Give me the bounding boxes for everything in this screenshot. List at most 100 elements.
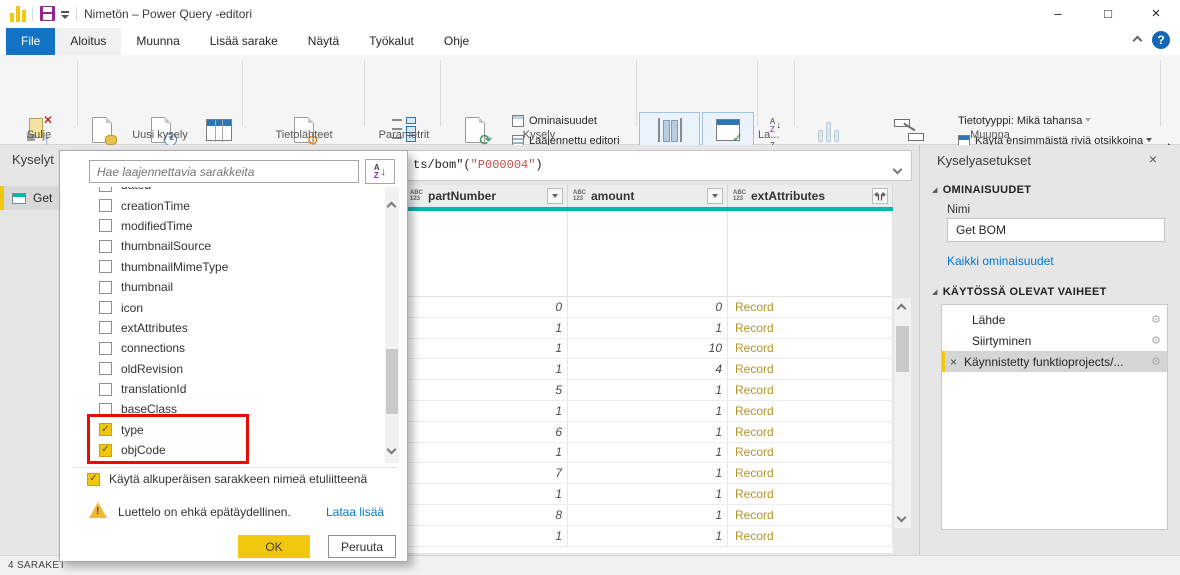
cell-value: 1 — [568, 484, 728, 504]
tab-työkalut[interactable]: Työkalut — [354, 28, 429, 55]
use-original-name-prefix-option[interactable]: ✓ Käytä alkuperäisen sarakkeen nimeä etu… — [87, 472, 367, 486]
tab-näytä[interactable]: Näytä — [293, 28, 354, 55]
data-type-button[interactable]: Tietotyyppi: Mikä tahansa — [958, 115, 1091, 127]
column-option-translationId[interactable]: translationId — [89, 379, 379, 399]
scroll-up-icon[interactable] — [387, 202, 397, 212]
table-row: 11Record — [405, 443, 893, 464]
column-option-icon[interactable]: icon — [89, 297, 379, 317]
expand-column-icon[interactable] — [872, 188, 888, 204]
help-icon[interactable]: ? — [1152, 31, 1170, 49]
table-row: 110Record — [405, 339, 893, 360]
column-option-extAttributes[interactable]: extAttributes — [89, 318, 379, 338]
record-link[interactable]: Record — [728, 318, 893, 338]
scroll-down-icon[interactable] — [897, 513, 907, 523]
gear-icon[interactable]: ⚙ — [1151, 355, 1161, 368]
all-properties-link[interactable]: Kaikki ominaisuudet — [947, 254, 1054, 268]
record-link[interactable]: Record — [728, 526, 893, 546]
tab-lisää-sarake[interactable]: Lisää sarake — [195, 28, 293, 55]
checkbox-icon[interactable] — [99, 301, 112, 314]
column-option-oldRevision[interactable]: oldRevision — [89, 359, 379, 379]
record-link[interactable]: Record — [728, 380, 893, 400]
query-name-input[interactable] — [947, 218, 1165, 242]
column-option-dated[interactable]: dated — [89, 187, 379, 195]
cell-value: 1 — [405, 318, 568, 338]
quick-access-toolbar-caret-icon[interactable] — [61, 11, 69, 19]
section-collapse-icon[interactable]: ◢ — [932, 288, 938, 296]
cell-value: 1 — [568, 505, 728, 525]
filter-dropdown-icon[interactable] — [547, 188, 563, 204]
checkbox-icon[interactable] — [99, 240, 112, 253]
properties-icon — [512, 115, 524, 127]
search-columns-input[interactable] — [89, 160, 359, 183]
query-settings-close-icon[interactable]: × — [1144, 151, 1162, 167]
record-link[interactable]: Record — [728, 484, 893, 504]
split-column-icon — [817, 113, 841, 146]
properties-section-header[interactable]: ◢ OMINAISUUDET — [932, 184, 1031, 196]
group-label-muunna: Muunna — [860, 129, 1120, 141]
save-icon[interactable] — [40, 6, 55, 21]
checkbox-icon[interactable] — [99, 383, 112, 396]
record-link[interactable]: Record — [728, 401, 893, 421]
checkbox-icon[interactable] — [99, 342, 112, 355]
applied-step[interactable]: Siirtyminen⚙ — [942, 330, 1167, 351]
record-link[interactable]: Record — [728, 443, 893, 463]
applied-step-label: Lähde — [972, 313, 1005, 327]
formula-expand-chevron-icon[interactable] — [894, 160, 901, 178]
column-header-extAttributes[interactable]: ABC123extAttributes — [728, 185, 893, 207]
tab-file[interactable]: File — [6, 28, 55, 55]
section-collapse-icon[interactable]: ◢ — [932, 186, 938, 194]
tab-aloitus[interactable]: Aloitus — [55, 28, 121, 55]
scrollbar-thumb[interactable] — [386, 349, 398, 414]
dialog-sort-button[interactable]: AZ ↓ — [365, 159, 395, 184]
filter-dropdown-icon[interactable] — [707, 188, 723, 204]
load-more-link[interactable]: Lataa lisää — [326, 505, 384, 519]
record-link[interactable]: Record — [728, 463, 893, 483]
checkbox-icon[interactable] — [99, 260, 112, 273]
applied-steps-section-header[interactable]: ◢ KÄYTÖSSÄ OLEVAT VAIHEET — [932, 286, 1107, 298]
checkbox-icon[interactable] — [99, 362, 112, 375]
collapse-ribbon-icon[interactable] — [1128, 32, 1146, 50]
scroll-up-icon[interactable] — [897, 304, 907, 314]
properties-button[interactable]: Ominaisuudet — [512, 115, 597, 127]
checkbox-icon[interactable] — [99, 321, 112, 334]
tab-muunna[interactable]: Muunna — [121, 28, 194, 55]
column-option-label: icon — [121, 301, 143, 315]
column-option-thumbnail[interactable]: thumbnail — [89, 277, 379, 297]
record-link[interactable]: Record — [728, 422, 893, 442]
checkbox-icon[interactable] — [99, 219, 112, 232]
minimize-button[interactable]: – — [1042, 0, 1074, 28]
column-option-modifiedTime[interactable]: modifiedTime — [89, 216, 379, 236]
scroll-down-icon[interactable] — [387, 445, 397, 455]
gear-icon[interactable]: ⚙ — [1151, 313, 1161, 326]
maximize-button[interactable]: □ — [1092, 0, 1124, 28]
record-link[interactable]: Record — [728, 359, 893, 379]
column-header-amount[interactable]: ABC123amount — [568, 185, 728, 207]
gear-icon[interactable]: ⚙ — [1151, 334, 1161, 347]
applied-steps-list: Lähde⚙Siirtyminen⚙×Käynnistetty funktiop… — [941, 304, 1168, 530]
column-option-thumbnailSource[interactable]: thumbnailSource — [89, 236, 379, 256]
record-link[interactable]: Record — [728, 339, 893, 359]
column-option-creationTime[interactable]: creationTime — [89, 195, 379, 215]
table-body: 00Record11Record110Record14Record51Recor… — [405, 297, 893, 547]
table-vertical-scrollbar[interactable] — [894, 298, 911, 528]
ok-button[interactable]: OK — [238, 535, 310, 558]
dialog-scrollbar[interactable] — [385, 187, 399, 463]
cell-value: 0 — [568, 297, 728, 317]
column-option-connections[interactable]: connections — [89, 338, 379, 358]
column-option-thumbnailMimeType[interactable]: thumbnailMimeType — [89, 257, 379, 277]
record-link[interactable]: Record — [728, 297, 893, 317]
checkbox-icon[interactable] — [99, 187, 112, 192]
table-row: 11Record — [405, 484, 893, 505]
applied-step[interactable]: Lähde ⚙ — [942, 309, 1167, 330]
cancel-button[interactable]: Peruuta — [328, 535, 396, 558]
checkbox-icon[interactable] — [99, 281, 112, 294]
column-header-partNumber[interactable]: ABC123partNumber — [405, 185, 568, 207]
record-link[interactable]: Record — [728, 505, 893, 525]
applied-step[interactable]: ×Käynnistetty funktioprojects/...⚙ — [942, 351, 1167, 372]
checkbox-icon[interactable]: ✓ — [87, 473, 100, 486]
scrollbar-thumb[interactable] — [896, 326, 909, 372]
checkbox-icon[interactable] — [99, 199, 112, 212]
close-button[interactable]: × — [1140, 0, 1172, 28]
tab-ohje[interactable]: Ohje — [429, 28, 484, 55]
delete-step-icon[interactable]: × — [950, 355, 957, 369]
